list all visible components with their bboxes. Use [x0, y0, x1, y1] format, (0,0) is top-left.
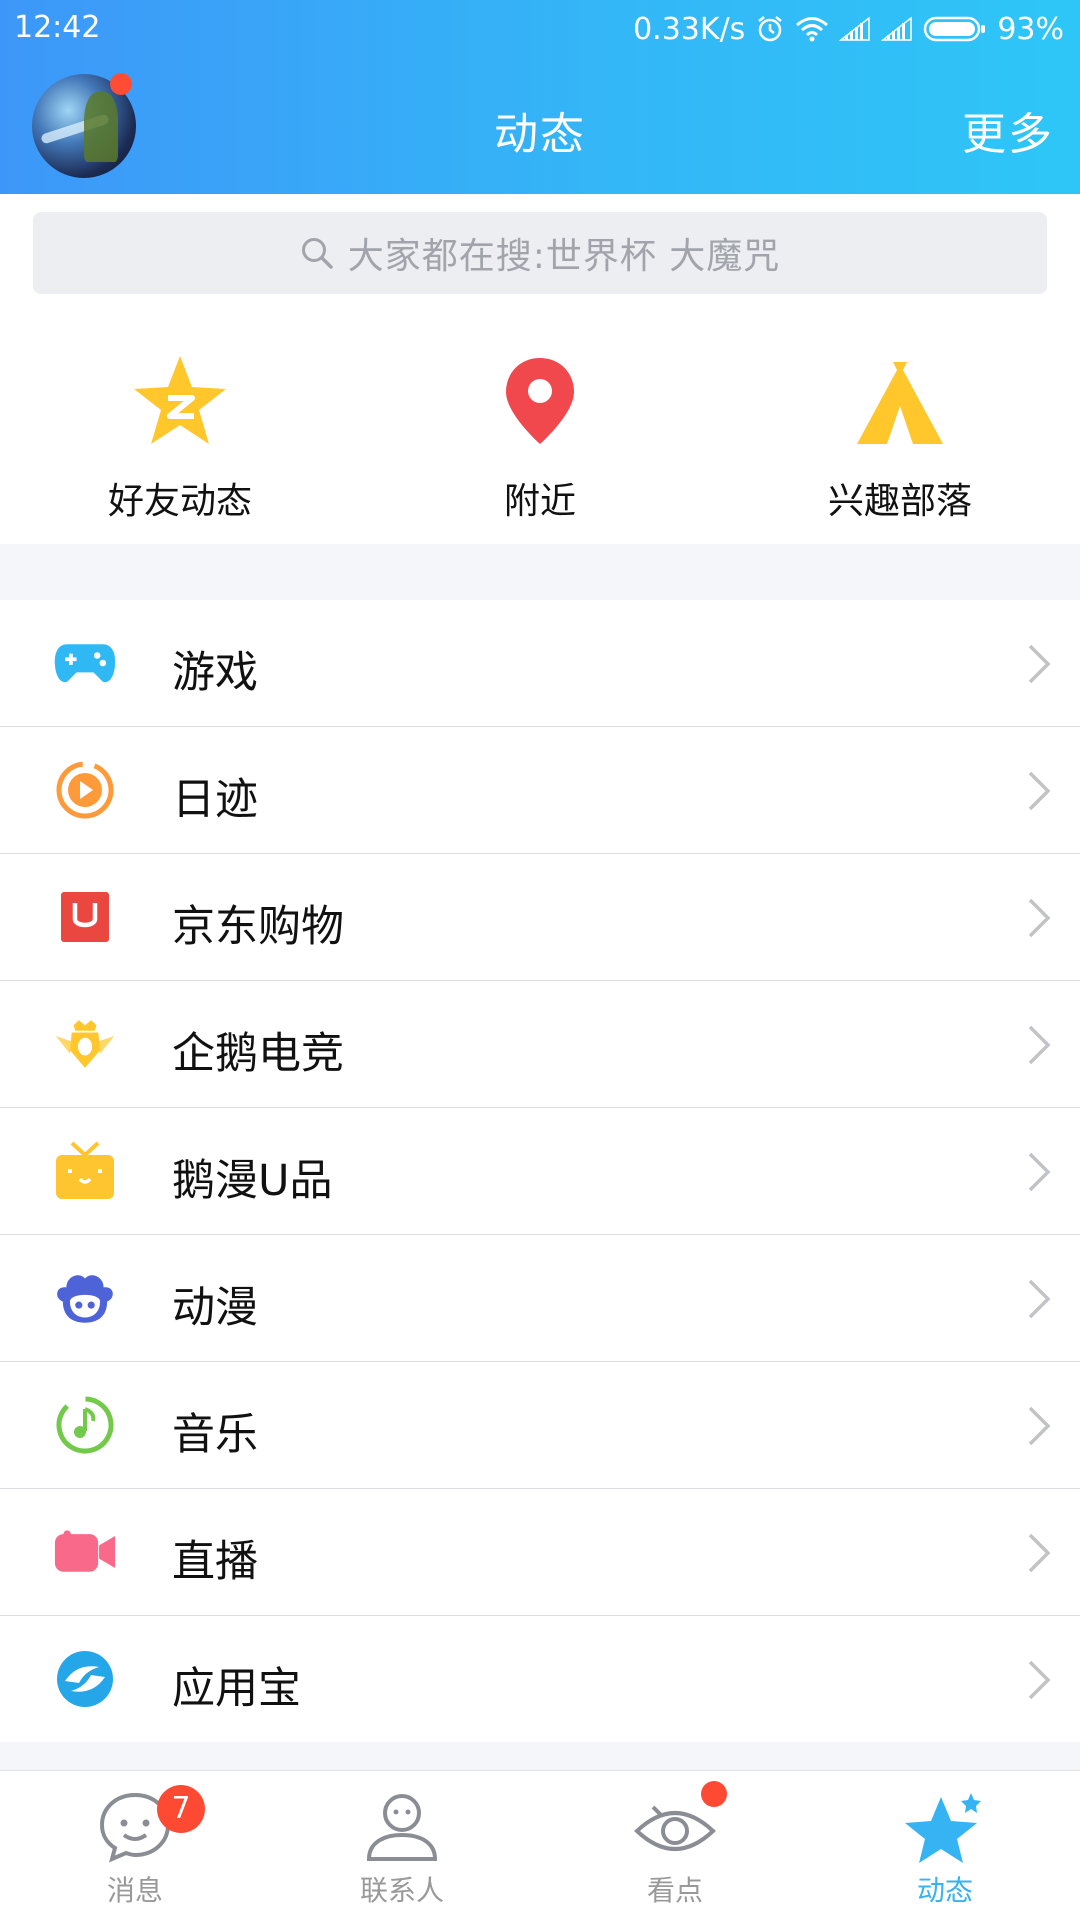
header-bar: 12:42 0.33K/s 93% 动态 更多 [0, 0, 1080, 194]
alarm-icon [758, 16, 783, 42]
app-store-icon [57, 1651, 113, 1707]
list-item-label: 应用宝 [172, 1664, 301, 1714]
play-circle-icon [56, 761, 114, 819]
status-indicators: 0.33K/s 93% [633, 10, 1064, 48]
tab-label: 动态 [916, 1874, 973, 1907]
signal-icon [881, 16, 913, 41]
chevron-right-icon [1028, 1152, 1051, 1192]
list-item-anime[interactable]: 动漫 [0, 1235, 1080, 1362]
shortcut-friend-feed[interactable]: 好友动态 [70, 340, 290, 524]
shortcut-label: 好友动态 [107, 481, 252, 522]
list-item-label: 游戏 [172, 648, 258, 698]
tab-label: 看点 [646, 1874, 703, 1907]
shortcut-label: 附近 [503, 481, 576, 522]
page-title: 动态 [494, 109, 586, 160]
kandian-dot [701, 1781, 727, 1807]
list-item-app-store[interactable]: 应用宝 [0, 1616, 1080, 1742]
tab-kandian[interactable]: 看点 [565, 1771, 785, 1921]
list-item-label: 京东购物 [172, 902, 344, 952]
search-placeholder: 大家都在搜:世界杯 大魔咒 [347, 236, 781, 277]
chevron-right-icon [1028, 898, 1051, 938]
search-bar[interactable]: 大家都在搜:世界杯 大魔咒 [33, 212, 1047, 294]
chevron-right-icon [1028, 1279, 1051, 1319]
gamepad-icon [54, 644, 116, 683]
shortcut-interest-tribe[interactable]: 兴趣部落 [790, 340, 1010, 524]
chevron-right-icon [1028, 1660, 1051, 1700]
list-item-games[interactable]: 游戏 [0, 600, 1080, 727]
list-item-live[interactable]: 直播 [0, 1489, 1080, 1616]
wifi-icon [796, 17, 829, 42]
list-item-label: 鹅漫U品 [172, 1156, 333, 1206]
list-item-label: 音乐 [172, 1410, 258, 1460]
chevron-right-icon [1028, 1533, 1051, 1573]
shortcut-label: 兴趣部落 [827, 481, 972, 522]
gift-box-icon [56, 1141, 114, 1199]
list-item-penguin-esports[interactable]: 企鹅电竞 [0, 981, 1080, 1108]
list-item-label: 动漫 [172, 1283, 258, 1333]
contacts-icon [366, 1794, 438, 1861]
bottom-nav: 7 消息 联系人 看点 动态 [0, 1770, 1080, 1921]
star-icon [905, 1793, 981, 1863]
search-icon [301, 238, 333, 269]
anime-face-icon [57, 1275, 113, 1323]
esports-crown-icon [55, 1020, 115, 1068]
unread-badge: 7 [157, 1785, 205, 1833]
location-pin-icon [506, 358, 574, 444]
music-note-icon [56, 1396, 114, 1454]
list-item-label: 直播 [172, 1537, 258, 1587]
video-camera-icon [54, 1530, 116, 1572]
list-item-label: 日迹 [172, 775, 258, 825]
list-item-jd-shopping[interactable]: 京东购物 [0, 854, 1080, 981]
tab-label: 联系人 [359, 1874, 444, 1907]
qzone-star-icon [134, 356, 226, 444]
battery-icon [924, 16, 986, 42]
feature-list: 游戏 日迹 京东购物 企鹅电竞 鹅漫U品 动漫 音乐 直播 应用宝 [0, 600, 1080, 1742]
list-item-label: 企鹅电竞 [172, 1029, 344, 1079]
battery-percent: 93% [997, 11, 1064, 47]
top-panel: 大家都在搜:世界杯 大魔咒 好友动态 附近 兴趣部落 [0, 194, 1080, 544]
chevron-right-icon [1028, 644, 1051, 684]
list-item-eman-upin[interactable]: 鹅漫U品 [0, 1108, 1080, 1235]
status-time: 12:42 [14, 10, 101, 45]
more-button[interactable]: 更多 [962, 98, 1054, 162]
status-bar: 12:42 0.33K/s 93% [0, 0, 1080, 58]
tab-contacts[interactable]: 联系人 [292, 1771, 512, 1921]
jd-bag-icon [61, 892, 109, 942]
tab-messages[interactable]: 7 消息 [25, 1771, 245, 1921]
avatar-notification-dot [110, 73, 132, 95]
tent-icon [857, 362, 943, 444]
chevron-right-icon [1028, 1025, 1051, 1065]
chevron-right-icon [1028, 771, 1051, 811]
tab-feeds[interactable]: 动态 [835, 1771, 1055, 1921]
tab-label: 消息 [106, 1874, 163, 1907]
signal-icon [839, 16, 871, 41]
list-item-daily-trace[interactable]: 日迹 [0, 727, 1080, 854]
net-speed: 0.33K/s [633, 11, 746, 47]
list-item-music[interactable]: 音乐 [0, 1362, 1080, 1489]
chevron-right-icon [1028, 1406, 1051, 1446]
shortcut-nearby[interactable]: 附近 [430, 340, 650, 524]
